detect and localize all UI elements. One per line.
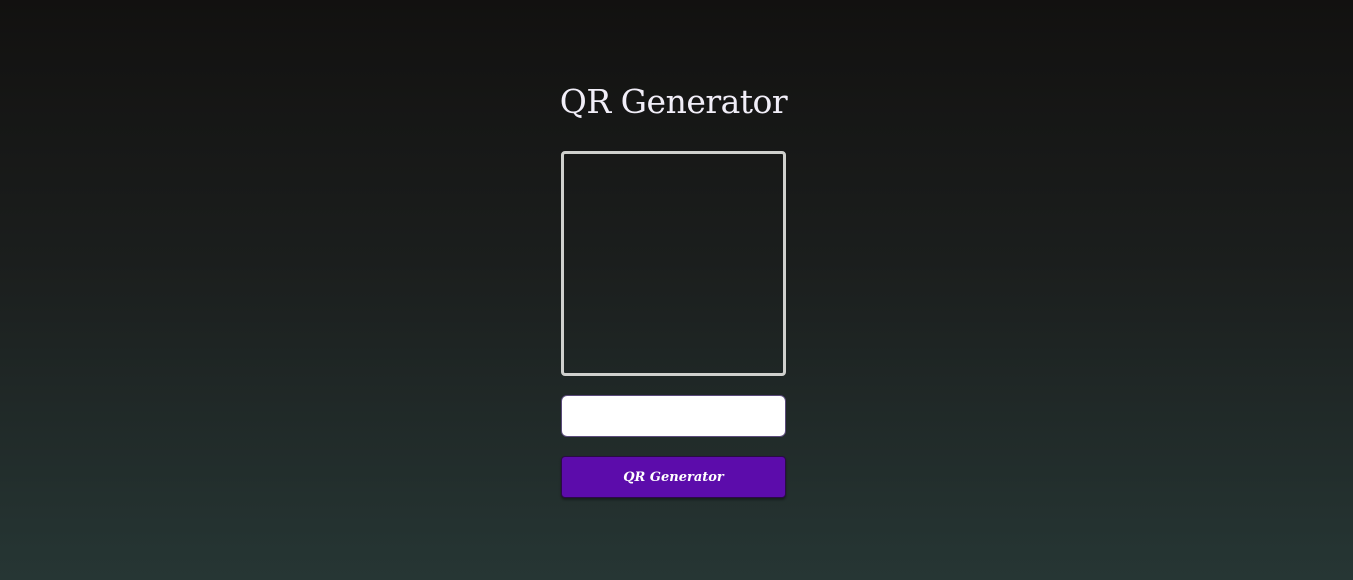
page-title: QR Generator: [559, 82, 788, 121]
generate-qr-button[interactable]: QR Generator: [561, 456, 786, 498]
qr-code-display: [561, 151, 786, 376]
qr-text-input[interactable]: [561, 395, 786, 437]
